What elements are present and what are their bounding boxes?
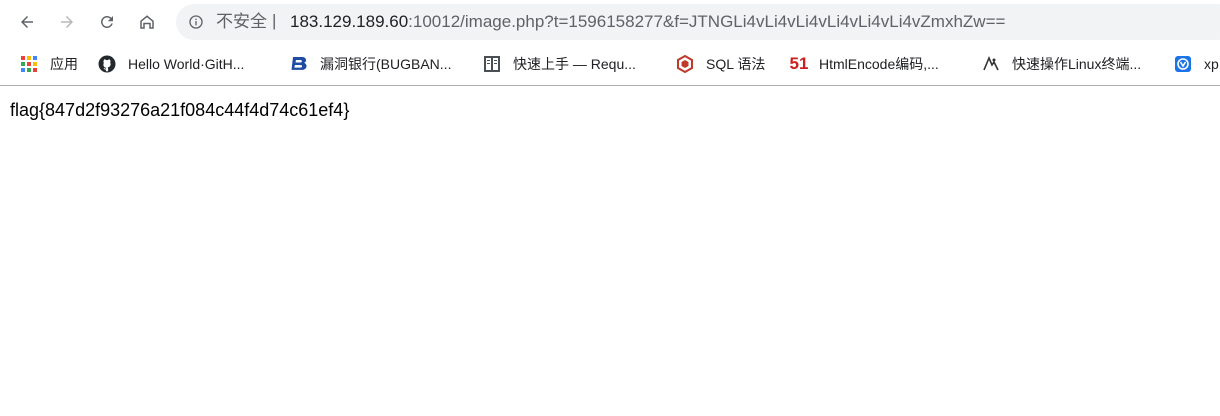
arrow-right-icon bbox=[61, 16, 73, 28]
book-icon bbox=[483, 55, 501, 73]
forward-button[interactable] bbox=[52, 7, 82, 37]
address-bar[interactable]: 不安全 | 183.129.189.60:10012/image.php?t=1… bbox=[176, 4, 1220, 40]
home-button[interactable] bbox=[132, 7, 162, 37]
site-info-icon[interactable] bbox=[186, 12, 206, 32]
linux-icon bbox=[982, 55, 1000, 73]
bookmark-label: xp bbox=[1204, 56, 1219, 72]
url-text[interactable]: 183.129.189.60:10012/image.php?t=1596158… bbox=[290, 13, 1005, 31]
bookmarks-bar: 应用 Hello World·GitH... 漏洞银行(BUGBAN... 快速… bbox=[0, 44, 1220, 84]
bookmark-apps[interactable]: 应用 bbox=[20, 53, 78, 75]
bookmark-linux[interactable]: 快速操作Linux终端... bbox=[982, 53, 1141, 75]
url-host: 183.129.189.60 bbox=[290, 12, 409, 31]
bookmark-label: 应用 bbox=[50, 56, 78, 72]
bookmark-xp[interactable]: xp bbox=[1174, 53, 1219, 75]
apps-grid-icon bbox=[20, 55, 38, 73]
security-label[interactable]: 不安全 bbox=[216, 13, 267, 31]
url-path: :10012/image.php?t=1596158277&f=JTNGLi4v… bbox=[408, 12, 1006, 31]
bookmark-bugbank[interactable]: 漏洞银行(BUGBAN... bbox=[290, 53, 451, 75]
sql-icon bbox=[676, 55, 694, 73]
bookmark-label: 快速操作Linux终端... bbox=[1012, 56, 1142, 72]
bookmark-label: 快速上手 — Requ... bbox=[513, 56, 636, 72]
url-divider: | bbox=[272, 11, 277, 30]
bookmark-requests[interactable]: 快速上手 — Requ... bbox=[483, 53, 636, 75]
reload-button[interactable] bbox=[92, 7, 122, 37]
home-icon bbox=[140, 15, 154, 29]
github-icon bbox=[98, 55, 116, 73]
bookmark-github[interactable]: Hello World·GitH... bbox=[98, 53, 244, 75]
fiftyone-icon: 51 bbox=[789, 54, 809, 73]
bookmark-htmlencode[interactable]: 51 HtmlEncode编码,... bbox=[788, 53, 939, 75]
bookmark-sql[interactable]: SQL 语法 bbox=[676, 53, 765, 75]
page-content: flag{847d2f93276a21f084c44f4d74c61ef4} bbox=[0, 86, 1220, 416]
reload-icon bbox=[100, 15, 113, 28]
bookmark-label: 漏洞银行(BUGBAN... bbox=[320, 56, 452, 72]
bugbank-icon bbox=[290, 55, 308, 73]
arrow-left-icon bbox=[21, 16, 33, 28]
bookmark-label: Hello World·GitH... bbox=[128, 56, 245, 72]
browser-toolbar: 不安全 | 183.129.189.60:10012/image.php?t=1… bbox=[0, 0, 1220, 44]
flag-text: flag{847d2f93276a21f084c44f4d74c61ef4} bbox=[10, 100, 350, 120]
bookmark-label: SQL 语法 bbox=[706, 56, 766, 72]
bookmark-label: HtmlEncode编码,... bbox=[819, 56, 939, 72]
xp-icon bbox=[1174, 55, 1192, 73]
back-button[interactable] bbox=[12, 7, 42, 37]
